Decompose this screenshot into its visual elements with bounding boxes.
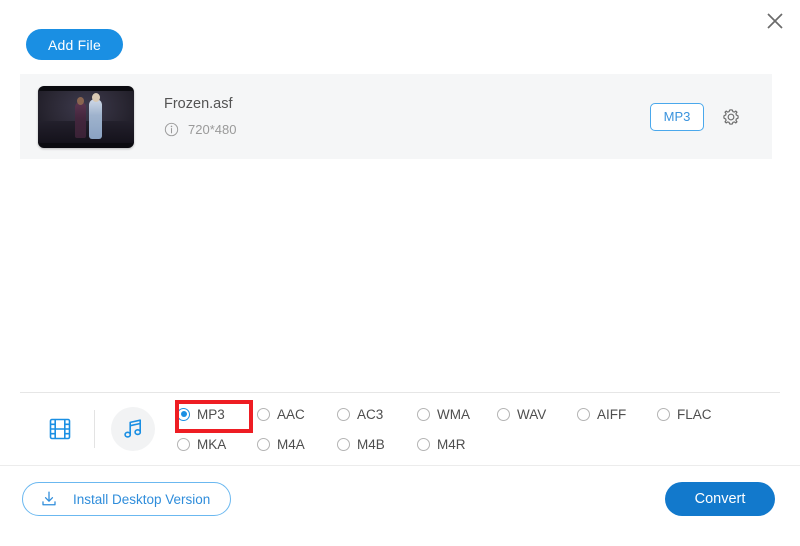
file-format-tag-label: MP3 — [663, 109, 691, 124]
install-desktop-version-label: Install Desktop Version — [73, 491, 211, 507]
film-strip-icon — [49, 418, 71, 440]
radio-indicator — [337, 437, 350, 451]
file-info: Frozen.asf 720*480 — [164, 96, 650, 137]
radio-indicator — [497, 407, 510, 421]
file-resolution: 720*480 — [188, 122, 237, 138]
radio-indicator — [417, 437, 430, 451]
format-row-1: MP3 AAC AC3 WMA WAV AIFF FLAC — [177, 399, 800, 429]
file-list-item[interactable]: Frozen.asf 720*480 MP3 — [20, 74, 772, 159]
close-icon — [767, 13, 783, 29]
format-option-label: AIFF — [597, 406, 627, 422]
file-format-tag[interactable]: MP3 — [650, 102, 704, 131]
format-option-ac3[interactable]: AC3 — [337, 407, 417, 422]
file-settings-button[interactable] — [718, 104, 744, 130]
radio-indicator — [657, 407, 670, 421]
add-file-label: Add File — [48, 36, 101, 53]
tab-video[interactable] — [40, 409, 80, 449]
format-option-label: M4R — [437, 436, 466, 452]
converter-app: Add File Frozen.asf 720*480 MP3 MP3 AAC … — [0, 0, 800, 546]
format-option-mka[interactable]: MKA — [177, 437, 257, 452]
file-details: 720*480 — [164, 122, 650, 137]
music-note-icon — [124, 419, 142, 438]
format-option-label: FLAC — [677, 406, 712, 422]
info-icon — [164, 123, 179, 137]
tab-separator — [94, 410, 95, 448]
footer-divider — [0, 465, 800, 466]
radio-indicator — [177, 407, 190, 421]
format-option-label: MP3 — [197, 406, 225, 422]
format-option-mp3[interactable]: MP3 — [177, 407, 257, 422]
format-option-label: M4A — [277, 436, 305, 452]
format-option-label: M4B — [357, 436, 385, 452]
download-icon — [42, 491, 56, 506]
format-option-label: AC3 — [357, 406, 384, 422]
format-option-label: WAV — [517, 406, 547, 422]
convert-button-label: Convert — [694, 491, 746, 507]
radio-indicator — [257, 437, 270, 451]
format-option-label: MKA — [197, 436, 227, 452]
convert-button[interactable]: Convert — [665, 482, 775, 516]
radio-indicator — [177, 437, 190, 451]
format-picker: MP3 AAC AC3 WMA WAV AIFF FLAC MKA M4A M4… — [0, 393, 800, 465]
thumbnail-figure-right — [89, 92, 102, 139]
format-option-aiff[interactable]: AIFF — [577, 407, 657, 422]
format-option-label: AAC — [277, 406, 305, 422]
tab-audio[interactable] — [111, 407, 155, 451]
radio-indicator — [337, 407, 350, 421]
format-option-m4r[interactable]: M4R — [417, 437, 497, 452]
video-thumbnail — [38, 85, 134, 148]
radio-indicator — [417, 407, 430, 421]
thumbnail-figure-left — [75, 96, 86, 138]
install-desktop-version-button[interactable]: Install Desktop Version — [22, 482, 232, 516]
format-option-aac[interactable]: AAC — [257, 407, 337, 422]
file-name: Frozen.asf — [164, 95, 233, 112]
format-radio-grid: MP3 AAC AC3 WMA WAV AIFF FLAC MKA M4A M4… — [177, 399, 800, 459]
format-option-flac[interactable]: FLAC — [657, 407, 737, 422]
format-option-label: WMA — [437, 406, 470, 422]
gear-icon — [723, 108, 739, 125]
format-row-2: MKA M4A M4B M4R — [177, 429, 800, 459]
format-option-wma[interactable]: WMA — [417, 407, 497, 422]
format-option-wav[interactable]: WAV — [497, 407, 577, 422]
format-option-m4b[interactable]: M4B — [337, 437, 417, 452]
radio-indicator — [257, 407, 270, 421]
close-button[interactable] — [758, 4, 792, 38]
format-option-m4a[interactable]: M4A — [257, 437, 337, 452]
radio-indicator — [577, 407, 590, 421]
add-file-button[interactable]: Add File — [26, 29, 123, 60]
thumbnail-ground — [38, 120, 134, 143]
